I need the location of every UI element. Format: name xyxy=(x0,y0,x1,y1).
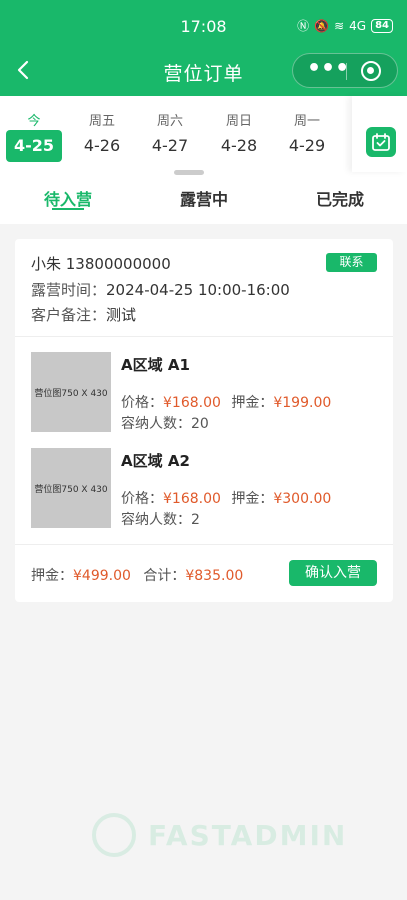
target-icon[interactable] xyxy=(361,61,381,81)
date-weekday: 周五 xyxy=(88,114,115,129)
date-item-0[interactable]: 今 4-25 xyxy=(4,96,64,166)
tab-pending[interactable]: 待入营 xyxy=(8,186,128,210)
date-item-2[interactable]: 周六 4-27 xyxy=(140,96,200,166)
drag-handle[interactable] xyxy=(174,170,204,175)
capacity-label: 容纳人数： xyxy=(121,512,191,528)
contact-button[interactable]: 联系 xyxy=(326,253,377,272)
order-totals: 押金：¥499.00 合计：¥835.00 xyxy=(31,565,243,585)
date-item-4[interactable]: 周一 4-29 xyxy=(277,96,337,166)
site-thumbnail: 营位图750 X 430 xyxy=(31,352,111,432)
confirm-checkin-button[interactable]: 确认入营 xyxy=(289,560,377,586)
order-card: 小朱 13800000000 联系 露营时间：2024-04-25 10:00-… xyxy=(15,239,393,602)
date-item-3[interactable]: 周日 4-28 xyxy=(209,96,269,166)
date-day: 4-26 xyxy=(83,136,121,155)
status-icons: Ⓝ 🔕 ≋ 4G 84 xyxy=(297,17,393,35)
tab-completed[interactable]: 已完成 xyxy=(280,186,400,210)
price-row: 价格：¥168.00 押金：¥300.00 xyxy=(121,488,331,508)
camping-time-row: 露营时间：2024-04-25 10:00-16:00 xyxy=(31,279,290,300)
price-value: ¥168.00 xyxy=(163,491,221,507)
order-item: 营位图750 X 430 A区域 A1 价格：¥168.00 押金：¥199.0… xyxy=(31,352,377,434)
date-weekday: 周日 xyxy=(225,114,252,129)
tab-underline xyxy=(52,208,84,210)
date-weekday: 今 xyxy=(27,114,41,129)
customer-info: 小朱 13800000000 xyxy=(31,255,171,273)
watermark-icon xyxy=(92,813,136,857)
divider xyxy=(15,544,393,545)
capacity-value: 2 xyxy=(191,512,200,528)
date-weekday: 周一 xyxy=(293,114,320,129)
mini-program-capsule: ••• xyxy=(292,53,398,88)
deposit-value: ¥300.00 xyxy=(273,491,332,507)
nfc-icon: Ⓝ xyxy=(297,19,310,33)
site-name: A区域 A2 xyxy=(121,452,190,470)
tab-camping[interactable]: 露营中 xyxy=(144,186,264,210)
total-deposit-value: ¥499.00 xyxy=(73,568,131,584)
site-name: A区域 A1 xyxy=(121,356,190,374)
top-bar: 17:08 Ⓝ 🔕 ≋ 4G 84 营位订单 ••• xyxy=(0,0,407,96)
signal-label: 4G xyxy=(349,19,367,33)
price-row: 价格：¥168.00 押金：¥199.00 xyxy=(121,392,331,412)
total-label: 合计： xyxy=(143,568,186,584)
wifi-icon: ≋ xyxy=(334,19,345,33)
customer-note-row: 客户备注：测试 xyxy=(31,304,136,325)
deposit-value: ¥199.00 xyxy=(273,395,332,411)
date-item-1[interactable]: 周五 4-26 xyxy=(72,96,132,166)
divider xyxy=(15,336,393,337)
price-value: ¥168.00 xyxy=(163,395,221,411)
customer-note-label: 客户备注： xyxy=(31,306,107,324)
date-weekday: 周六 xyxy=(156,114,183,129)
capacity-row: 容纳人数：20 xyxy=(121,413,209,433)
calendar-panel xyxy=(352,96,407,172)
date-day: 4-28 xyxy=(220,136,258,155)
capsule-divider xyxy=(346,63,347,80)
capacity-row: 容纳人数：2 xyxy=(121,509,200,529)
capacity-label: 容纳人数： xyxy=(121,416,191,432)
status-tabs: 待入营 露营中 已完成 xyxy=(0,178,407,224)
calendar-check-icon[interactable] xyxy=(366,127,396,157)
date-strip: 今 4-25 周五 4-26 周六 4-27 周日 4-28 周一 4-29 xyxy=(0,96,407,178)
price-label: 价格： xyxy=(121,491,163,507)
camping-time-value: 2024-04-25 10:00-16:00 xyxy=(106,281,290,299)
deposit-label: 押金： xyxy=(231,395,274,411)
deposit-label: 押金： xyxy=(231,491,274,507)
mute-icon: 🔕 xyxy=(314,19,330,33)
camping-time-label: 露营时间： xyxy=(31,281,107,299)
customer-note-value: 测试 xyxy=(106,306,137,324)
date-day: 4-25 xyxy=(6,130,62,162)
site-thumbnail: 营位图750 X 430 xyxy=(31,448,111,528)
date-day: 4-27 xyxy=(151,136,189,155)
order-item: 营位图750 X 430 A区域 A2 价格：¥168.00 押金：¥300.0… xyxy=(31,448,377,530)
total-deposit-label: 押金： xyxy=(31,568,73,584)
more-dots-icon[interactable]: ••• xyxy=(307,58,349,81)
total-value: ¥835.00 xyxy=(185,568,244,584)
watermark-text: FASTADMIN xyxy=(148,819,348,852)
watermark-logo: FASTADMIN xyxy=(92,813,352,857)
capacity-value: 20 xyxy=(191,416,209,432)
navbar: 营位订单 ••• xyxy=(0,50,407,92)
date-day: 4-29 xyxy=(288,136,326,155)
battery-icon: 84 xyxy=(371,19,393,33)
price-label: 价格： xyxy=(121,395,163,411)
